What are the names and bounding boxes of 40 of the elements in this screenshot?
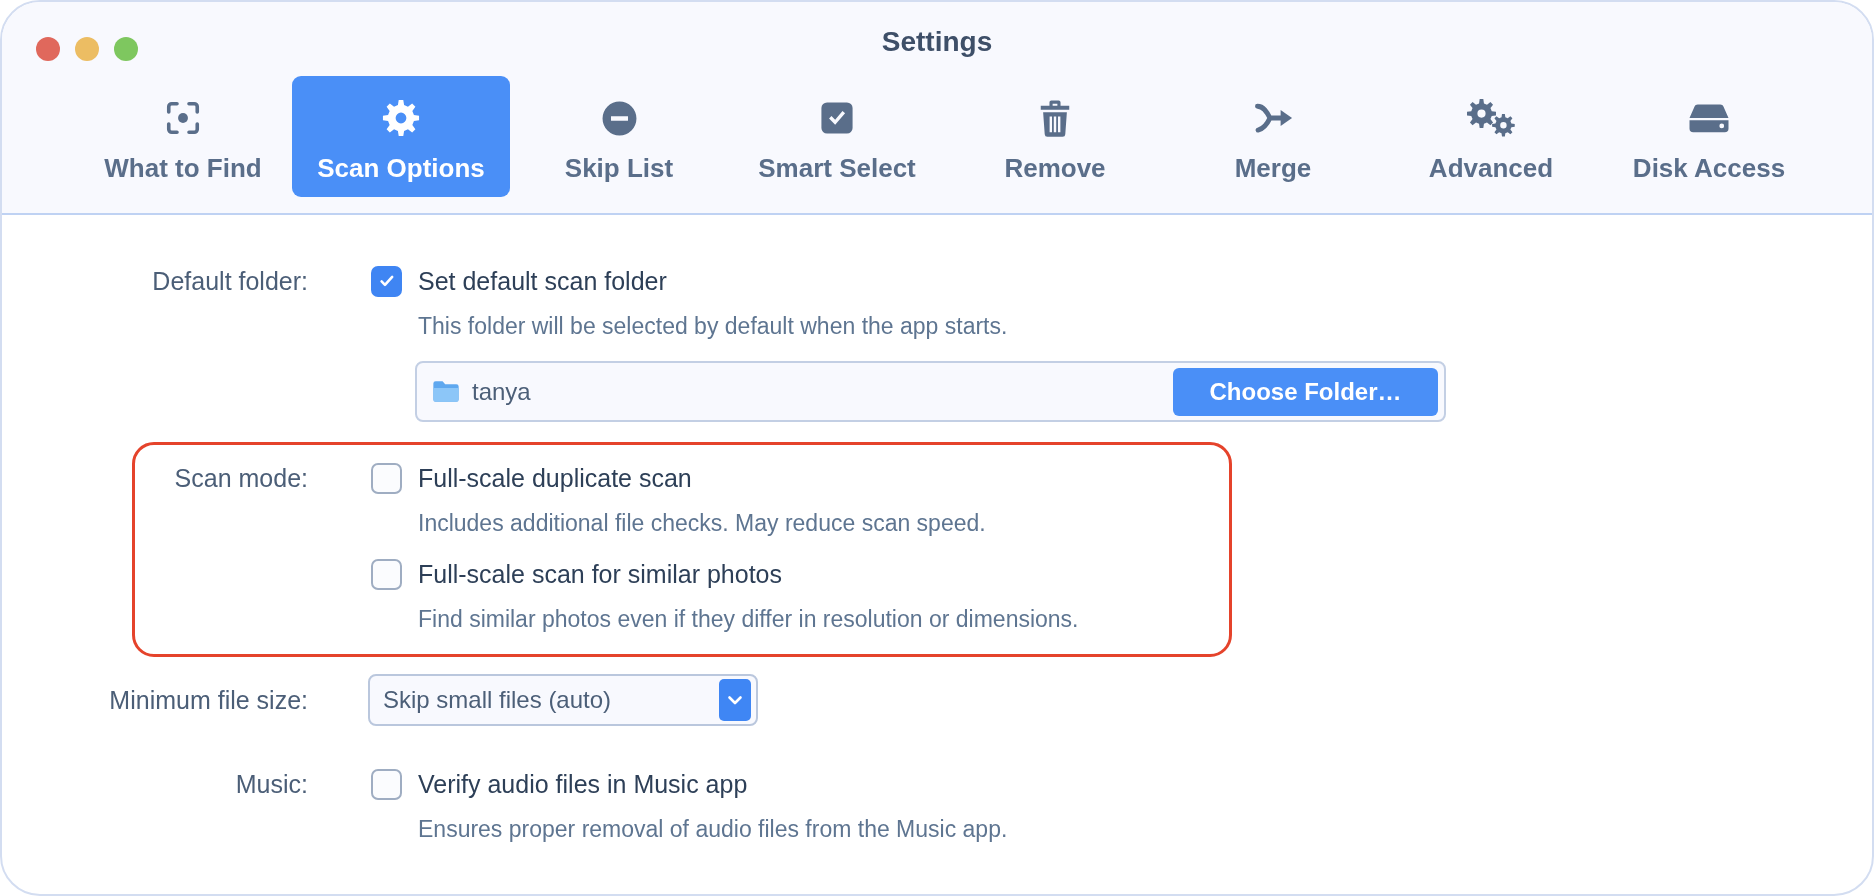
toolbar-tab[interactable]: Remove: [946, 76, 1164, 197]
zoom-button[interactable]: [114, 37, 138, 61]
folder-icon: [432, 380, 460, 403]
toolbar-tab[interactable]: Disk Access: [1600, 76, 1818, 197]
setting-label: Scan mode:: [173, 463, 308, 494]
file-size-dropdown[interactable]: Skip small files (auto): [368, 674, 758, 726]
checkbox-label[interactable]: Full-scale scan for similar photos: [418, 558, 782, 590]
checkbox[interactable]: [371, 558, 402, 590]
option-description: Ensures proper removal of audio files from the Music app.: [418, 815, 1008, 844]
toolbar-tab[interactable]: What to Find: [74, 76, 292, 197]
checkbox-label[interactable]: Verify audio files in Music app: [418, 768, 748, 800]
choose-folder-button[interactable]: Choose Folder…: [1173, 367, 1438, 416]
checkbox-label[interactable]: Full-scale duplicate scan: [418, 462, 692, 494]
option-description: Includes additional file checks. May reduce scan speed.: [418, 509, 986, 538]
gears-icon: [1466, 99, 1516, 137]
option-description: This folder will be selected by default when the app starts.: [418, 312, 1008, 341]
disk-drive-icon: [1688, 103, 1730, 133]
toolbar-tab[interactable]: Smart Select: [728, 76, 946, 197]
toolbar-tab[interactable]: Skip List: [510, 76, 728, 197]
focus-frame-icon: [165, 100, 201, 136]
minimize-button[interactable]: [75, 37, 99, 61]
close-button[interactable]: [36, 37, 60, 61]
trash-icon: [1039, 99, 1071, 137]
merge-arrow-icon: [1253, 102, 1293, 134]
setting-label: Default folder:: [151, 266, 308, 297]
window-title: Settings: [881, 25, 993, 58]
setting-label: Minimum file size:: [108, 685, 308, 716]
toolbar-tab[interactable]: Merge: [1164, 76, 1382, 197]
option-description: Find similar photos even if they differ in resolution or dimensions.: [418, 605, 1079, 634]
checkbox-label[interactable]: Set default scan folder: [418, 265, 667, 297]
setting-label: Music:: [234, 769, 308, 800]
toolbar-tab[interactable]: Advanced: [1382, 76, 1600, 197]
toolbar-tab[interactable]: Scan Options: [292, 76, 510, 197]
checkbox[interactable]: [371, 768, 402, 800]
folder-name: tanya: [472, 377, 531, 406]
gear-icon: [382, 99, 420, 137]
checkbox[interactable]: [371, 462, 402, 494]
chevron-down-icon: [719, 679, 751, 721]
checkbox[interactable]: [371, 265, 402, 297]
folder-path-field[interactable]: tanya Choose Folder…: [415, 361, 1446, 422]
